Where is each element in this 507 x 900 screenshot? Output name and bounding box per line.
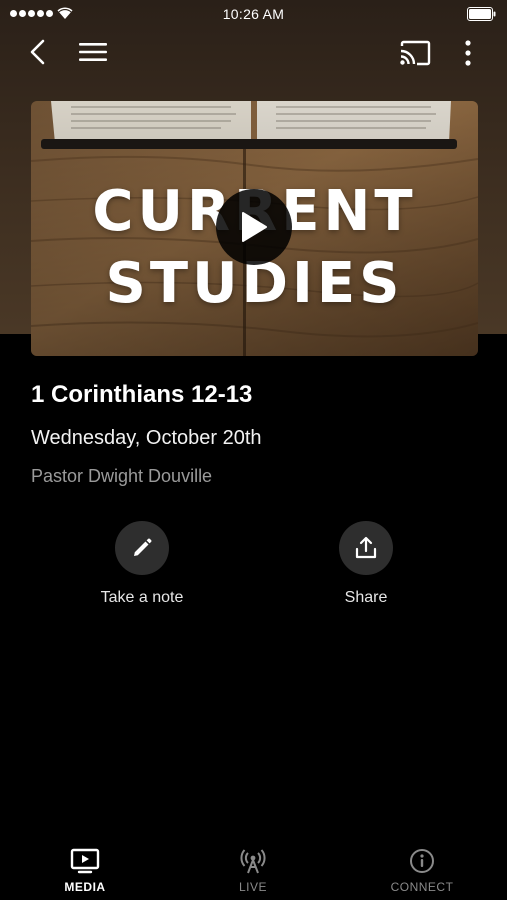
tab-media-label: MEDIA [64,880,106,894]
cast-icon[interactable] [398,38,432,68]
tab-connect[interactable]: CONNECT [362,848,482,894]
hero-artwork[interactable]: CURRENT STUDIES [31,101,478,356]
info-icon [410,849,434,873]
battery-icon [467,7,496,21]
tab-media[interactable]: MEDIA [25,848,145,894]
back-icon[interactable] [26,38,52,66]
tab-live[interactable]: LIVE [193,848,313,894]
status-bar: 10:26 AM [0,0,507,28]
sermon-date: Wednesday, October 20th [31,427,262,449]
take-note-label: Take a note [100,589,184,606]
take-note-circle[interactable] [115,521,169,575]
tab-connect-label: CONNECT [390,880,454,894]
share-icon [355,536,377,559]
take-note-button[interactable]: Take a note [62,521,222,607]
sermon-title: 1 Corinthians 12-13 [31,381,253,408]
share-button[interactable]: Share [286,521,446,607]
broadcast-icon [240,849,266,874]
share-circle[interactable] [339,521,393,575]
pencil-icon [134,538,152,556]
more-vertical-icon[interactable] [458,38,478,68]
play-button[interactable] [216,189,292,265]
hamburger-icon[interactable] [78,40,108,64]
tv-icon [70,848,100,874]
share-label: Share [344,589,388,606]
tab-bar: MEDIA LIVE CONNECT [0,838,507,900]
status-time: 10:26 AM [222,6,285,22]
tab-live-label: LIVE [238,880,267,894]
sermon-speaker: Pastor Dwight Douville [31,466,213,486]
play-icon [242,212,267,242]
